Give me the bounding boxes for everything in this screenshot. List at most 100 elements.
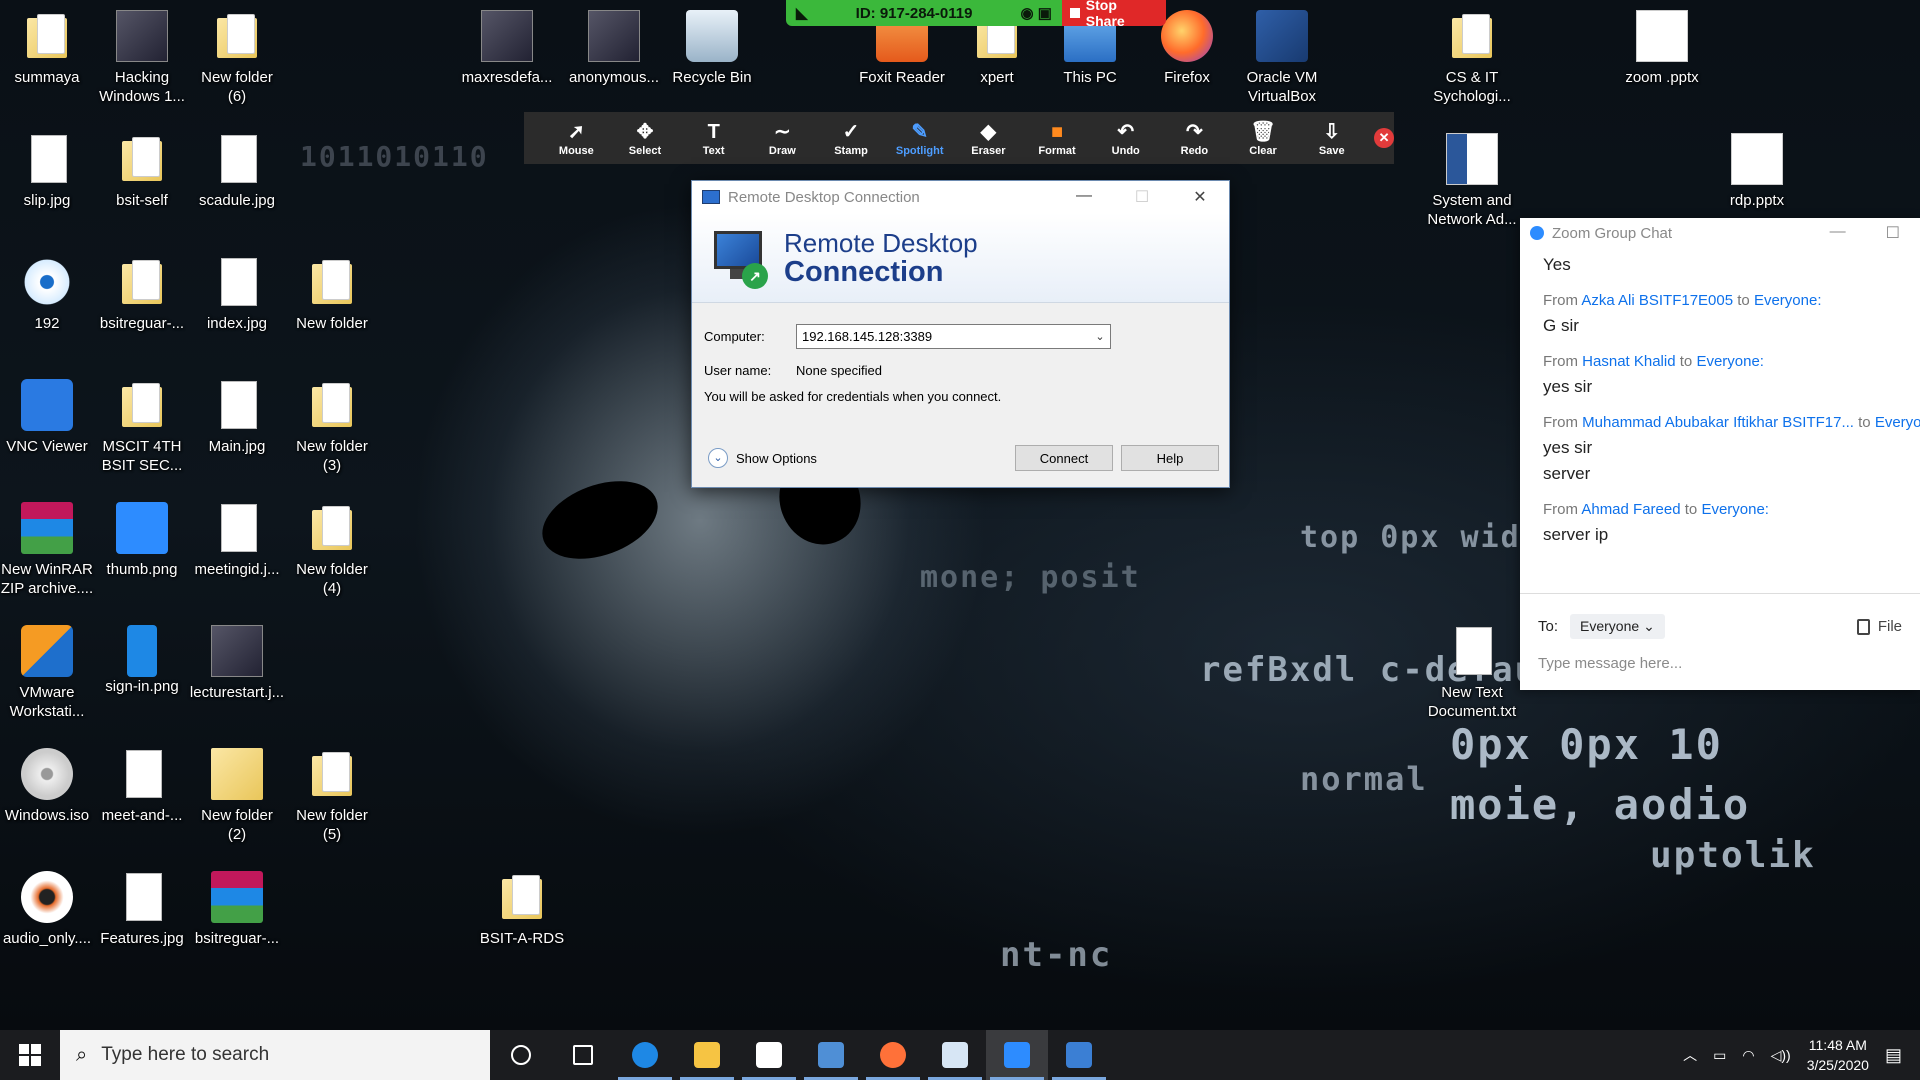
tool-stamp[interactable]: ✓ Stamp: [817, 119, 886, 157]
close-icon[interactable]: ✕: [1374, 128, 1394, 148]
desktop-icon[interactable]: CS & IT Sychologi...: [1425, 10, 1519, 106]
desktop-icon[interactable]: New folder (3): [285, 379, 379, 475]
taskbar-app[interactable]: [676, 1030, 738, 1080]
chat-message-header: From Azka Ali BSITF17E005 to Everyone:: [1543, 292, 1897, 309]
taskbar-app[interactable]: [1048, 1030, 1110, 1080]
desktop-icon-label: New folder (4): [296, 561, 368, 597]
taskbar-app[interactable]: [924, 1030, 986, 1080]
tool-clear[interactable]: 🗑 Clear: [1229, 119, 1298, 157]
chat-message-text: Yes: [1543, 255, 1571, 274]
desktop-icon[interactable]: summaya: [0, 10, 94, 87]
tool-draw[interactable]: ∼ Draw: [748, 119, 817, 157]
desktop-icon[interactable]: MSCIT 4TH BSIT SEC...: [95, 379, 189, 475]
minimize-icon[interactable]: —: [1830, 223, 1846, 243]
desktop-icon[interactable]: thumb.png: [95, 502, 189, 579]
meeting-id-badge[interactable]: ◣ ID: 917-284-0119 ◉ ▣: [786, 0, 1062, 26]
sender-name[interactable]: Muhammad Abubakar Iftikhar BSITF17...: [1582, 414, 1854, 431]
desktop-icon[interactable]: meetingid.j...: [190, 502, 284, 579]
desktop-icon[interactable]: Main.jpg: [190, 379, 284, 456]
chat-message-text: yes sir: [1543, 377, 1593, 396]
desktop-icon[interactable]: VNC Viewer: [0, 379, 94, 456]
minimize-icon[interactable]: —: [1055, 187, 1113, 207]
file-button[interactable]: File: [1856, 618, 1902, 635]
desktop-icon[interactable]: 192: [0, 256, 94, 333]
chat-message-header: From Hasnat Khalid to Everyone:: [1543, 353, 1897, 370]
desktop-icon[interactable]: Windows.iso: [0, 748, 94, 825]
desktop-icon[interactable]: rdp.pptx: [1710, 133, 1804, 210]
desktop-icon[interactable]: New folder (2): [190, 748, 284, 844]
desktop-icon[interactable]: Hacking Windows 1...: [95, 10, 189, 106]
desktop-icon[interactable]: New Text Document.txt: [1425, 625, 1519, 721]
desktop-icon[interactable]: scadule.jpg: [190, 133, 284, 210]
close-icon[interactable]: ✕: [1171, 187, 1229, 207]
tool-save[interactable]: ⇩ Save: [1297, 119, 1366, 157]
notifications-icon[interactable]: ▤: [1885, 1045, 1902, 1066]
maximize-icon[interactable]: ☐: [1886, 223, 1900, 243]
taskbar-app[interactable]: [490, 1030, 552, 1080]
desktop-icon[interactable]: New folder (5): [285, 748, 379, 844]
chat-titlebar[interactable]: Zoom Group Chat — ☐: [1520, 218, 1920, 248]
desktop-icon[interactable]: Features.jpg: [95, 871, 189, 948]
tool-format[interactable]: ■ Format: [1023, 119, 1092, 157]
taskbar-search[interactable]: ⌕ Type here to search: [60, 1030, 490, 1080]
chevron-down-icon[interactable]: ⌄: [1090, 330, 1110, 343]
zoom-logo-icon: [1530, 226, 1544, 240]
desktop-icon[interactable]: slip.jpg: [0, 133, 94, 210]
folder-icon: [306, 502, 358, 554]
rdp-titlebar[interactable]: Remote Desktop Connection — ☐ ✕: [692, 181, 1229, 213]
desktop-icon[interactable]: New folder (6): [190, 10, 284, 106]
tool-spotlight[interactable]: ✎ Spotlight: [885, 119, 954, 157]
desktop-icon[interactable]: bsit-self: [95, 133, 189, 210]
battery-icon[interactable]: ▭: [1713, 1047, 1726, 1064]
sender-name[interactable]: Ahmad Fareed: [1581, 501, 1680, 518]
show-options-toggle[interactable]: ⌄ Show Options: [708, 448, 817, 468]
desktop-icon[interactable]: audio_only....: [0, 871, 94, 948]
chat-message-input[interactable]: Type message here...: [1520, 639, 1920, 688]
desktop-icon[interactable]: Oracle VM VirtualBox: [1235, 10, 1329, 106]
desktop-icon[interactable]: index.jpg: [190, 256, 284, 333]
taskbar-app[interactable]: [862, 1030, 924, 1080]
desktop-icon[interactable]: lecturestart.j...: [190, 625, 284, 702]
connect-button[interactable]: Connect: [1015, 445, 1113, 471]
recycle-bin-icon: [686, 10, 738, 62]
tool-eraser[interactable]: ◆ Eraser: [954, 119, 1023, 157]
taskbar: ⌕ Type here to search ︿ ▭ ◠ ◁)) 11:48 AM…: [0, 1030, 1920, 1080]
desktop-icon[interactable]: Recycle Bin: [665, 10, 759, 87]
taskbar-app[interactable]: [800, 1030, 862, 1080]
tool-mouse[interactable]: ➚ Mouse: [542, 119, 611, 157]
computer-combobox[interactable]: 192.168.145.128:3389 ⌄: [796, 323, 1111, 349]
wifi-icon[interactable]: ◠: [1742, 1047, 1754, 1064]
desktop-icon[interactable]: VMware Workstati...: [0, 625, 94, 721]
desktop-icon[interactable]: New folder (4): [285, 502, 379, 598]
desktop-icon[interactable]: meet-and-...: [95, 748, 189, 825]
taskbar-app[interactable]: [986, 1030, 1048, 1080]
desktop-icon[interactable]: bsitreguar-...: [190, 871, 284, 948]
desktop-icon[interactable]: New folder: [285, 256, 379, 333]
clock[interactable]: 11:48 AM 3/25/2020: [1807, 1035, 1869, 1075]
help-button[interactable]: Help: [1121, 445, 1219, 471]
mail-icon: [818, 1042, 844, 1068]
volume-icon[interactable]: ◁)): [1771, 1047, 1791, 1064]
taskbar-app[interactable]: [552, 1030, 614, 1080]
tool-undo[interactable]: ↶ Undo: [1091, 119, 1160, 157]
recipient-dropdown[interactable]: Everyone ⌄: [1570, 614, 1665, 639]
desktop-icon[interactable]: New WinRAR ZIP archive....: [0, 502, 94, 598]
tool-select[interactable]: ✥ Select: [611, 119, 680, 157]
chevron-up-icon[interactable]: ︿: [1683, 1045, 1697, 1065]
stop-share-button[interactable]: Stop Share: [1062, 0, 1166, 29]
desktop-icon[interactable]: maxresdefa...: [460, 10, 554, 87]
desktop-icon[interactable]: bsitreguar-...: [95, 256, 189, 333]
tool-text[interactable]: T Text: [679, 119, 748, 157]
desktop-icon[interactable]: sign-in.png: [95, 625, 189, 696]
tool-redo[interactable]: ↷ Redo: [1160, 119, 1229, 157]
taskbar-app[interactable]: [614, 1030, 676, 1080]
desktop-icon[interactable]: zoom .pptx: [1615, 10, 1709, 87]
start-button[interactable]: [0, 1030, 60, 1080]
maximize-icon[interactable]: ☐: [1113, 187, 1171, 207]
desktop-icon[interactable]: System and Network Ad...: [1425, 133, 1519, 229]
sender-name[interactable]: Azka Ali BSITF17E005: [1581, 292, 1733, 309]
sender-name[interactable]: Hasnat Khalid: [1582, 353, 1675, 370]
desktop-icon[interactable]: BSIT-A-RDS: [475, 871, 569, 948]
desktop-icon[interactable]: anonymous...: [567, 10, 661, 87]
taskbar-app[interactable]: [738, 1030, 800, 1080]
